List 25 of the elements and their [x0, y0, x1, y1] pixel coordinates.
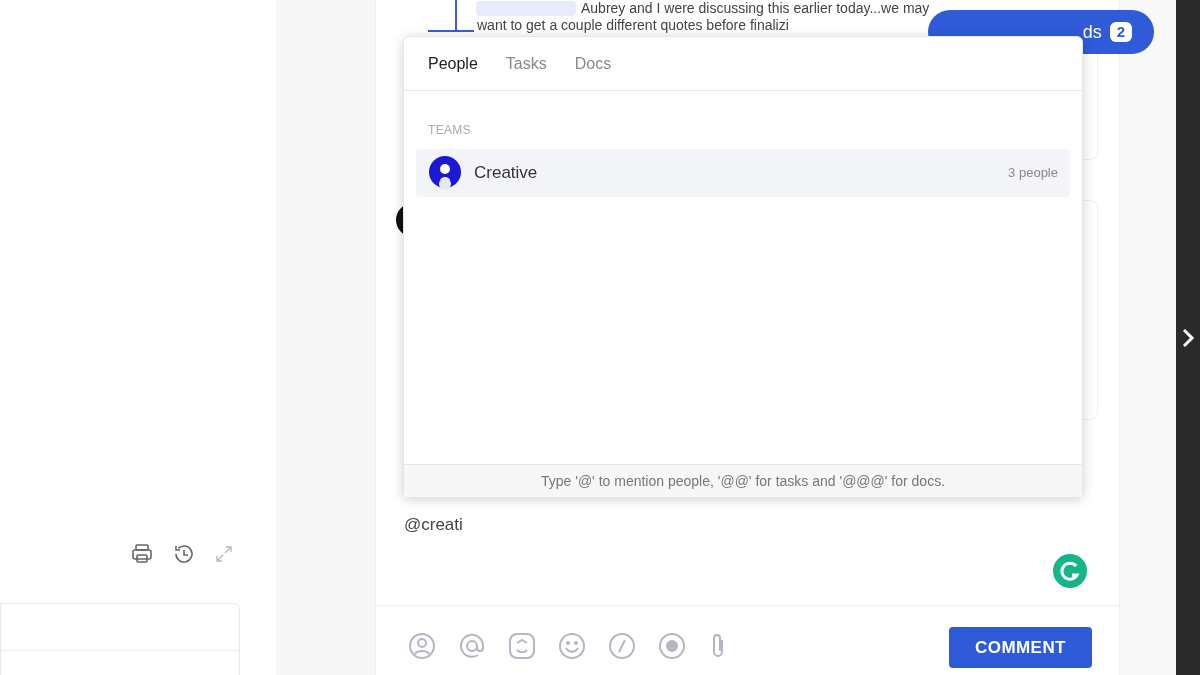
record-icon[interactable] [658, 632, 686, 660]
expand-icon[interactable] [214, 544, 234, 564]
mention-icon[interactable] [458, 632, 486, 660]
comment-button[interactable]: COMMENT [949, 627, 1092, 668]
history-icon[interactable] [172, 542, 196, 566]
count-badge: 2 [1109, 22, 1132, 42]
print-icon[interactable] [130, 542, 154, 566]
assign-user-icon[interactable] [408, 632, 436, 660]
tab[interactable]: Tasks [505, 51, 547, 76]
threads-label: ds [1082, 20, 1102, 44]
section-heading: TEAMS [427, 122, 472, 139]
comment-text: Aubrey and I were discussing this earlier today...we may [581, 0, 930, 17]
slash-command-icon[interactable] [608, 632, 636, 660]
smiley-square-icon[interactable] [508, 632, 536, 660]
hint-text: Type '@' to mention people, '@@' for tasks and '@@@' for docs. [404, 464, 1082, 497]
grammarly-icon[interactable] [1053, 554, 1087, 588]
emoji-icon[interactable] [558, 632, 586, 660]
comment-text: want to get a couple different quotes before finalizi [477, 17, 789, 34]
team-name: Creative [474, 162, 538, 185]
tab[interactable]: People [428, 51, 478, 76]
member-count: 3 people [1008, 164, 1058, 183]
team-item[interactable]: Creative 3 people [416, 149, 1070, 197]
team-avatar-icon [428, 156, 462, 190]
comment-input-field[interactable]: @creati [404, 512, 463, 538]
tab[interactable]: Docs [574, 51, 612, 76]
